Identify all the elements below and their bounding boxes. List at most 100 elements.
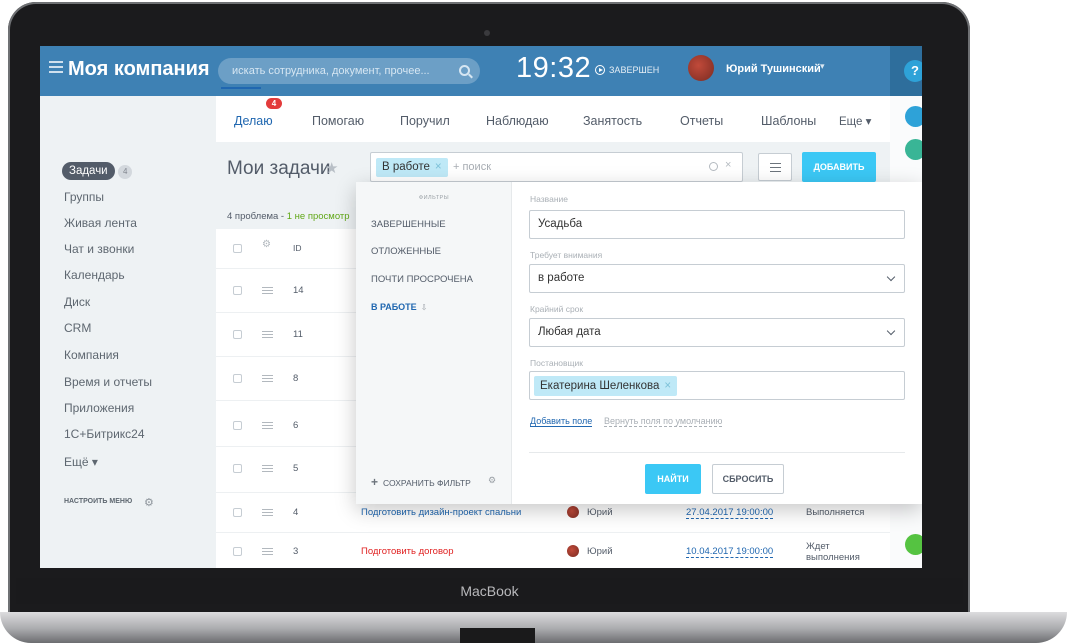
help-icon[interactable]: ? (904, 60, 922, 82)
divider (529, 452, 905, 453)
responsible-name[interactable]: Юрий (587, 546, 613, 557)
attention-select[interactable]: в работе (529, 264, 905, 293)
tab-templates[interactable]: Шаблоны (761, 114, 816, 128)
save-filter-button[interactable]: + СОХРАНИТЬ ФИЛЬТР (371, 475, 471, 489)
preset-in-progress[interactable]: В РАБОТЕ ⇩ (371, 302, 427, 312)
table-row[interactable]: 3 Подготовить договор Юрий 10.04.2017 19… (216, 533, 890, 568)
tab-workload[interactable]: Занятость (583, 114, 642, 128)
preset-deferred[interactable]: ОТЛОЖЕННЫЕ (371, 246, 441, 257)
chevron-down-icon[interactable]: ▾ (820, 61, 825, 72)
deadline-link[interactable]: 10.04.2017 19:00:00 (686, 546, 774, 558)
row-checkbox[interactable] (233, 421, 242, 430)
select-all-checkbox[interactable] (233, 244, 242, 253)
menu-item-groups[interactable]: Группы (64, 190, 104, 204)
tab-watching[interactable]: Наблюдаю (486, 114, 549, 128)
name-field[interactable]: Усадьба (529, 210, 905, 239)
tab-helping[interactable]: Помогаю (312, 114, 364, 128)
active-tab-underline (221, 87, 261, 89)
menu-item-1c-bitrix24[interactable]: 1С+Битрикс24 (64, 427, 145, 441)
add-task-button[interactable]: ДОБАВИТЬ (802, 152, 876, 182)
filter-search-placeholder[interactable]: + поиск (453, 161, 491, 173)
gear-icon[interactable]: ⚙ (262, 239, 271, 250)
search-input[interactable] (232, 58, 442, 84)
drag-handle-icon[interactable] (262, 465, 273, 472)
drag-handle-icon[interactable] (262, 422, 273, 429)
search-icon[interactable] (709, 162, 718, 171)
row-checkbox[interactable] (233, 508, 242, 517)
problems-link[interactable]: 1 не просмотр (287, 211, 350, 222)
deadline-link[interactable]: 27.04.2017 19:00:00 (686, 507, 774, 519)
preset-completed[interactable]: ЗАВЕРШЕННЫЕ (371, 219, 446, 230)
close-icon[interactable]: × (664, 380, 671, 392)
gear-icon[interactable]: ⚙ (144, 496, 154, 509)
task-name-link[interactable]: Подготовить дизайн-проект спальни (361, 507, 521, 518)
reset-button[interactable]: СБРОСИТЬ (712, 464, 784, 494)
find-button[interactable]: НАЙТИ (645, 464, 701, 494)
clock[interactable]: 19:32 (516, 52, 591, 85)
messenger-icon[interactable] (905, 139, 922, 160)
row-checkbox[interactable] (233, 286, 242, 295)
play-icon[interactable] (595, 65, 605, 75)
drag-handle-icon[interactable] (262, 509, 273, 516)
left-menu: Задачи 4 Группы Живая лента Чат и звонки… (40, 96, 216, 568)
notifications-icon[interactable] (905, 106, 922, 127)
filter-presets-panel: ФИЛЬТРЫ ЗАВЕРШЕННЫЕ ОТЛОЖЕННЫЕ ПОЧТИ ПРО… (356, 182, 512, 504)
filter-search-bar[interactable]: В работе × + поиск × (370, 152, 743, 182)
add-field-link[interactable]: Добавить поле (530, 416, 593, 427)
menu-item-time-reports[interactable]: Время и отчеты (64, 375, 152, 389)
menu-item-feed[interactable]: Живая лента (64, 216, 137, 230)
task-id: 8 (293, 373, 299, 384)
menu-item-more[interactable]: Ещё ▾ (64, 455, 98, 469)
creator-field-label: Постановщик (530, 358, 584, 368)
plus-icon: + (371, 475, 379, 489)
global-search[interactable] (218, 58, 480, 84)
menu-item-crm[interactable]: CRM (64, 321, 91, 335)
row-checkbox[interactable] (233, 330, 242, 339)
person-chip[interactable]: Екатерина Шеленкова × (534, 376, 678, 396)
workday-status[interactable]: ЗАВЕРШЕН (609, 65, 659, 75)
clear-icon[interactable]: × (725, 159, 731, 171)
reset-fields-link[interactable]: Вернуть поля по умолчанию (604, 416, 723, 427)
menu-icon[interactable] (49, 61, 63, 73)
configure-menu-link[interactable]: НАСТРОИТЬ МЕНЮ (64, 498, 132, 505)
attention-field-label: Требует внимания (530, 250, 603, 260)
tab-reports[interactable]: Отчеты (680, 114, 723, 128)
star-icon[interactable]: ★ (325, 159, 338, 177)
menu-item-tasks[interactable]: Задачи (62, 162, 115, 180)
drag-handle-icon[interactable] (262, 375, 273, 382)
menu-item-calendar[interactable]: Календарь (64, 268, 125, 282)
drag-handle-icon[interactable] (262, 548, 273, 555)
menu-item-company[interactable]: Компания (64, 348, 119, 362)
tab-doing[interactable]: Делаю (234, 114, 273, 128)
search-icon[interactable] (459, 65, 470, 76)
drag-handle-icon[interactable] (262, 331, 273, 338)
column-header-id[interactable]: ID (293, 243, 302, 253)
user-name[interactable]: Юрий Тушинский (726, 63, 821, 75)
menu-item-chat[interactable]: Чат и звонки (64, 242, 134, 256)
user-avatar[interactable] (688, 55, 714, 81)
menu-item-disk[interactable]: Диск (64, 295, 90, 309)
deadline-select-value: Любая дата (538, 326, 601, 338)
responsible-name[interactable]: Юрий (587, 507, 613, 518)
responsible-avatar[interactable] (567, 506, 579, 518)
row-checkbox[interactable] (233, 464, 242, 473)
preset-almost-overdue[interactable]: ПОЧТИ ПРОСРОЧЕНА (371, 274, 473, 285)
company-name[interactable]: Моя компания (68, 58, 210, 81)
responsible-avatar[interactable] (567, 545, 579, 557)
phone-icon[interactable] (905, 534, 922, 555)
drag-handle-icon[interactable] (262, 287, 273, 294)
view-mode-button[interactable] (758, 153, 792, 181)
creator-field[interactable]: Екатерина Шеленкова × (529, 371, 905, 400)
filter-chip[interactable]: В работе × (376, 158, 448, 177)
menu-item-apps[interactable]: Приложения (64, 401, 134, 415)
row-checkbox[interactable] (233, 374, 242, 383)
close-icon[interactable]: × (435, 161, 442, 173)
pin-icon[interactable]: ⇩ (421, 303, 428, 312)
row-checkbox[interactable] (233, 547, 242, 556)
deadline-select[interactable]: Любая дата (529, 318, 905, 347)
task-id: 3 (293, 546, 299, 557)
tab-more[interactable]: Еще ▾ (839, 114, 871, 128)
gear-icon[interactable]: ⚙ (488, 475, 496, 486)
tab-assigned[interactable]: Поручил (400, 114, 450, 128)
task-name-link[interactable]: Подготовить договор (361, 546, 453, 557)
